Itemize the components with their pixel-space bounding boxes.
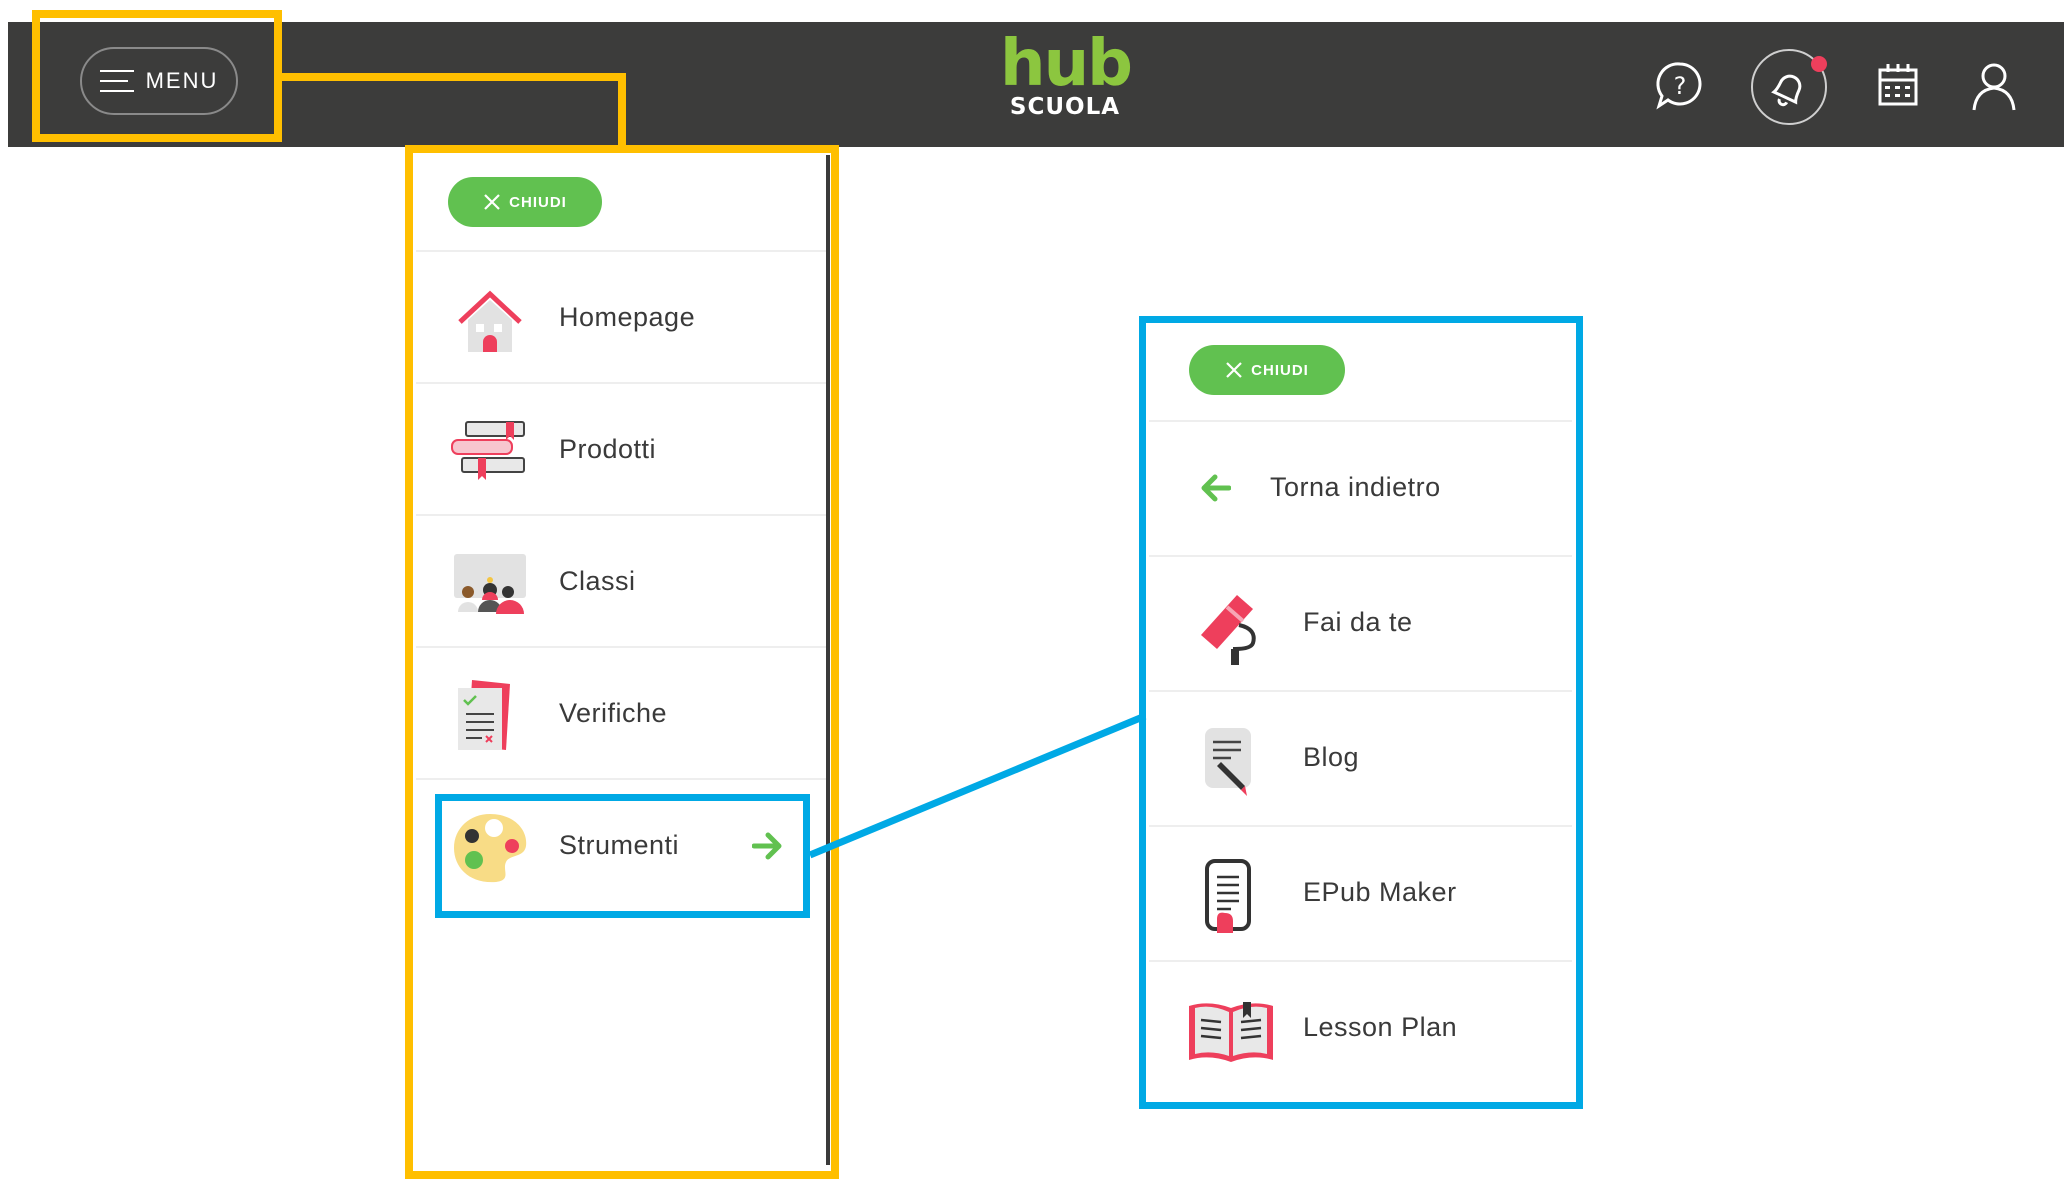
help-icon[interactable]: ? — [1652, 58, 1708, 114]
bell-icon — [1771, 74, 1802, 107]
calendar-icon[interactable] — [1870, 58, 1926, 114]
annotation-connectors — [282, 73, 1147, 859]
svg-text:?: ? — [1674, 72, 1687, 100]
main-menu-highlight-box — [405, 145, 839, 1179]
logo-scuola-text: SCUOLA — [1009, 94, 1121, 120]
blue-connector-line — [808, 712, 1147, 859]
notification-dot — [1811, 56, 1827, 72]
submenu-highlight-box — [1139, 316, 1583, 1109]
menu-highlight-box — [32, 10, 282, 142]
strumenti-highlight-box — [435, 794, 810, 918]
user-icon[interactable] — [1966, 58, 2022, 114]
logo-hub-text: hub — [1000, 27, 1133, 101]
hub-scuola-logo[interactable]: hub SCUOLA — [1000, 27, 1133, 131]
